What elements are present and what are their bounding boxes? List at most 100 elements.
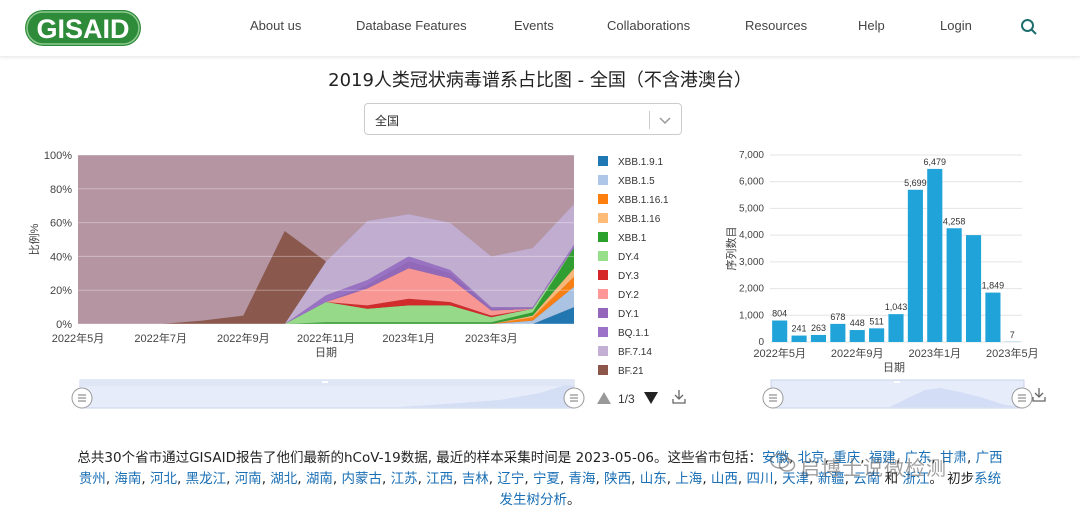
select-divider — [649, 111, 650, 129]
bar-value-label: 6,479 — [924, 157, 947, 167]
province-link[interactable]: 青海 — [569, 471, 596, 487]
legend-item-label[interactable]: XBB.1.16.1 — [618, 195, 669, 206]
province-link[interactable]: 吉林 — [462, 471, 489, 487]
nav-login[interactable]: Login — [940, 18, 972, 33]
area-y-tick-label: 0% — [56, 319, 72, 331]
area-x-tick-label: 2022年7月 — [134, 331, 187, 345]
bar-x-tick-label: 2022年9月 — [831, 346, 884, 360]
province-link[interactable]: 湖南 — [306, 471, 333, 487]
bar[interactable] — [888, 314, 904, 342]
search-icon[interactable] — [1020, 18, 1038, 36]
area-x-tick-label: 2022年11月 — [297, 331, 355, 345]
gisaid-logo[interactable]: GISAID — [24, 8, 142, 48]
province-link[interactable]: 湖北 — [270, 471, 297, 487]
bar-x-axis-title: 日期 — [883, 361, 905, 374]
nav-collaborations[interactable]: Collaborations — [607, 18, 690, 33]
area-y-tick-label: 80% — [50, 184, 72, 196]
legend-item-label[interactable]: BQ.1.1 — [618, 328, 650, 339]
legend-swatch — [598, 251, 608, 261]
region-select-value: 全国 — [375, 114, 400, 128]
bar[interactable] — [791, 335, 807, 342]
province-link[interactable]: 广西 — [976, 450, 1003, 466]
bar[interactable] — [927, 168, 943, 342]
area-x-tick-label: 2022年9月 — [217, 331, 270, 345]
province-link[interactable]: 河北 — [150, 471, 177, 487]
province-link[interactable]: 上海 — [675, 471, 702, 487]
bar-y-tick-label: 2,000 — [739, 284, 764, 295]
region-select[interactable]: 全国 — [364, 103, 682, 135]
legend-item-label[interactable]: BF.7.14 — [618, 347, 652, 358]
legend-prev-button[interactable] — [597, 392, 611, 404]
phylo-link-part1[interactable]: 系统 — [974, 471, 1001, 487]
separator: , — [381, 471, 391, 487]
bar[interactable] — [946, 228, 962, 342]
chevron-down-icon[interactable] — [658, 113, 672, 127]
bar-value-label: 678 — [830, 312, 845, 322]
bar-y-axis-title: 序列数目 — [724, 227, 738, 271]
province-link[interactable]: 江苏 — [391, 471, 418, 487]
province-link[interactable]: 江西 — [426, 471, 453, 487]
nav-about-us[interactable]: About us — [250, 18, 301, 33]
nav-resources[interactable]: Resources — [745, 18, 807, 33]
legend-swatch — [598, 175, 608, 185]
bar[interactable] — [849, 330, 865, 342]
legend-swatch — [598, 213, 608, 223]
bar[interactable] — [907, 189, 923, 342]
bar[interactable] — [830, 323, 846, 342]
slider-handle-left[interactable] — [71, 387, 93, 409]
bar[interactable] — [869, 328, 885, 342]
bar-value-label: 4,258 — [943, 216, 966, 226]
bar-value-label: 1,849 — [982, 281, 1005, 291]
separator: , — [559, 471, 569, 487]
legend-item-label[interactable]: XBB.1 — [618, 233, 647, 244]
nav-events[interactable]: Events — [514, 18, 554, 33]
download-icon[interactable] — [672, 390, 686, 404]
legend-item-label[interactable]: DY.3 — [618, 271, 639, 282]
separator: , — [631, 471, 640, 487]
province-link[interactable]: 陕西 — [604, 471, 631, 487]
legend-item-label[interactable]: BF.21 — [618, 366, 644, 377]
legend-item-label[interactable]: XBB.1.16 — [618, 214, 661, 225]
chart-legend: XBB.1.9.1 XBB.1.5 XBB.1.16.1 XBB.1.16 XBB.1 D… — [597, 156, 686, 406]
bar-y-tick-label: 3,000 — [739, 257, 764, 268]
legend-next-button[interactable] — [644, 392, 658, 404]
bar-y-tick-label: 6,000 — [739, 177, 764, 188]
province-link[interactable]: 黑龙江 — [186, 471, 227, 487]
separator: , — [702, 471, 711, 487]
site-header: GISAID About us Database Features Events… — [0, 0, 1080, 57]
province-link[interactable]: 贵州 — [79, 471, 106, 487]
bar[interactable] — [985, 292, 1001, 342]
province-link[interactable]: 山东 — [640, 471, 667, 487]
bar-value-label: 5,699 — [904, 178, 927, 188]
area-y-axis-title: 比例% — [27, 223, 41, 255]
bar[interactable] — [810, 334, 827, 342]
legend-swatch — [598, 308, 608, 318]
province-link[interactable]: 海南 — [114, 471, 141, 487]
legend-item-label[interactable]: DY.4 — [618, 252, 639, 263]
bar-range-slider[interactable] — [762, 379, 1033, 409]
legend-item-label[interactable]: XBB.1.9.1 — [618, 157, 663, 168]
bar-download-icon[interactable] — [1032, 388, 1046, 402]
legend-swatch — [598, 194, 608, 204]
area-x-axis-title: 日期 — [315, 346, 337, 359]
legend-item-label[interactable]: DY.1 — [618, 309, 639, 320]
bar[interactable] — [965, 235, 982, 342]
nav-help[interactable]: Help — [858, 18, 885, 33]
bar-slider-handle-right[interactable] — [1011, 387, 1033, 409]
legend-item-label[interactable]: DY.2 — [618, 290, 639, 301]
nav-database-features[interactable]: Database Features — [356, 18, 467, 33]
phylo-link-part2[interactable]: 发生树分析 — [500, 492, 568, 508]
slider-handle-right[interactable] — [563, 387, 585, 409]
province-link[interactable]: 河南 — [235, 471, 262, 487]
area-range-slider[interactable] — [71, 379, 585, 409]
bar[interactable] — [772, 320, 788, 342]
province-link[interactable]: 辽宁 — [497, 471, 524, 487]
province-link[interactable]: 内蒙古 — [341, 471, 382, 487]
legend-item-label[interactable]: XBB.1.5 — [618, 176, 655, 187]
separator: , — [141, 471, 150, 487]
province-link[interactable]: 山西 — [711, 471, 738, 487]
bar-slider-handle-left[interactable] — [762, 387, 784, 409]
province-link[interactable]: 宁夏 — [533, 471, 560, 487]
bar-x-tick-label: 2022年5月 — [753, 346, 806, 360]
legend-swatch — [598, 365, 608, 375]
